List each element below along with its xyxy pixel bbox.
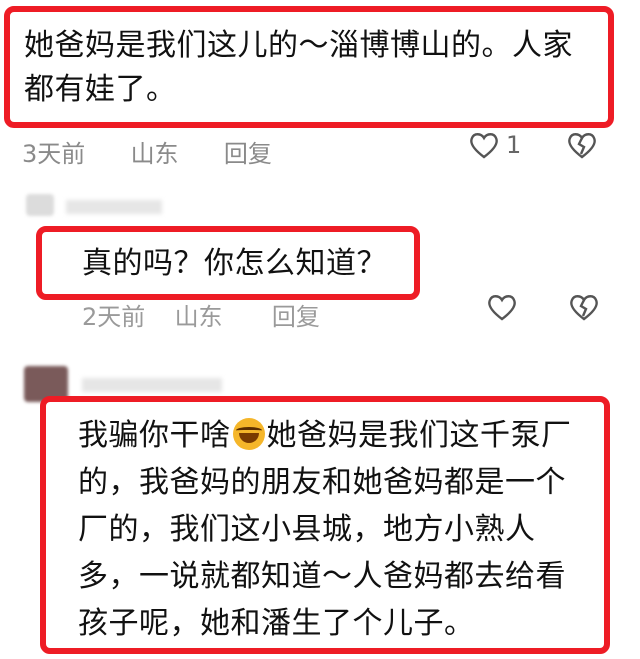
- comment-1-location: 山东: [130, 140, 179, 168]
- comment-3-text: 我骗你干啥 她爸妈是我们这千泵厂的，我爸妈的朋友和她爸妈都是一个厂的，我们这小县城…: [78, 412, 592, 647]
- comment-2-reply-button[interactable]: 回复: [272, 297, 320, 332]
- broken-heart-icon: [568, 133, 596, 159]
- rofl-emoji-icon: [232, 418, 265, 450]
- comment-1-like-button[interactable]: 1: [468, 130, 521, 160]
- heart-outline-icon: [488, 295, 516, 321]
- comment-2-dislike-button[interactable]: [568, 292, 600, 322]
- comment-3-username-blurred: [82, 378, 222, 392]
- comment-2-meta: 2天前 山东 回复: [82, 297, 320, 332]
- comment-1-like-count: 1: [506, 131, 522, 159]
- comment-3-text-part1: 我骗你干啥: [78, 418, 231, 453]
- comment-2-location: 山东: [174, 303, 223, 331]
- comment-2-username-blurred: [66, 200, 162, 214]
- comment-2-avatar[interactable]: [26, 194, 54, 216]
- comment-2-like-button[interactable]: [486, 292, 518, 322]
- broken-heart-icon: [570, 295, 598, 321]
- comment-2-text: 真的吗？你怎么知道？: [82, 246, 387, 281]
- comment-2-time: 2天前: [82, 303, 146, 331]
- comment-1-meta: 3天前 山东 回复: [22, 134, 272, 169]
- heart-outline-icon: [470, 133, 498, 159]
- comment-1-reply-button[interactable]: 回复: [224, 134, 272, 169]
- comment-1-dislike-button[interactable]: [566, 130, 598, 160]
- comment-1-time: 3天前: [22, 140, 86, 168]
- comment-1-text: 她爸妈是我们这儿的～淄博博山的。人家都有娃了。: [24, 28, 573, 107]
